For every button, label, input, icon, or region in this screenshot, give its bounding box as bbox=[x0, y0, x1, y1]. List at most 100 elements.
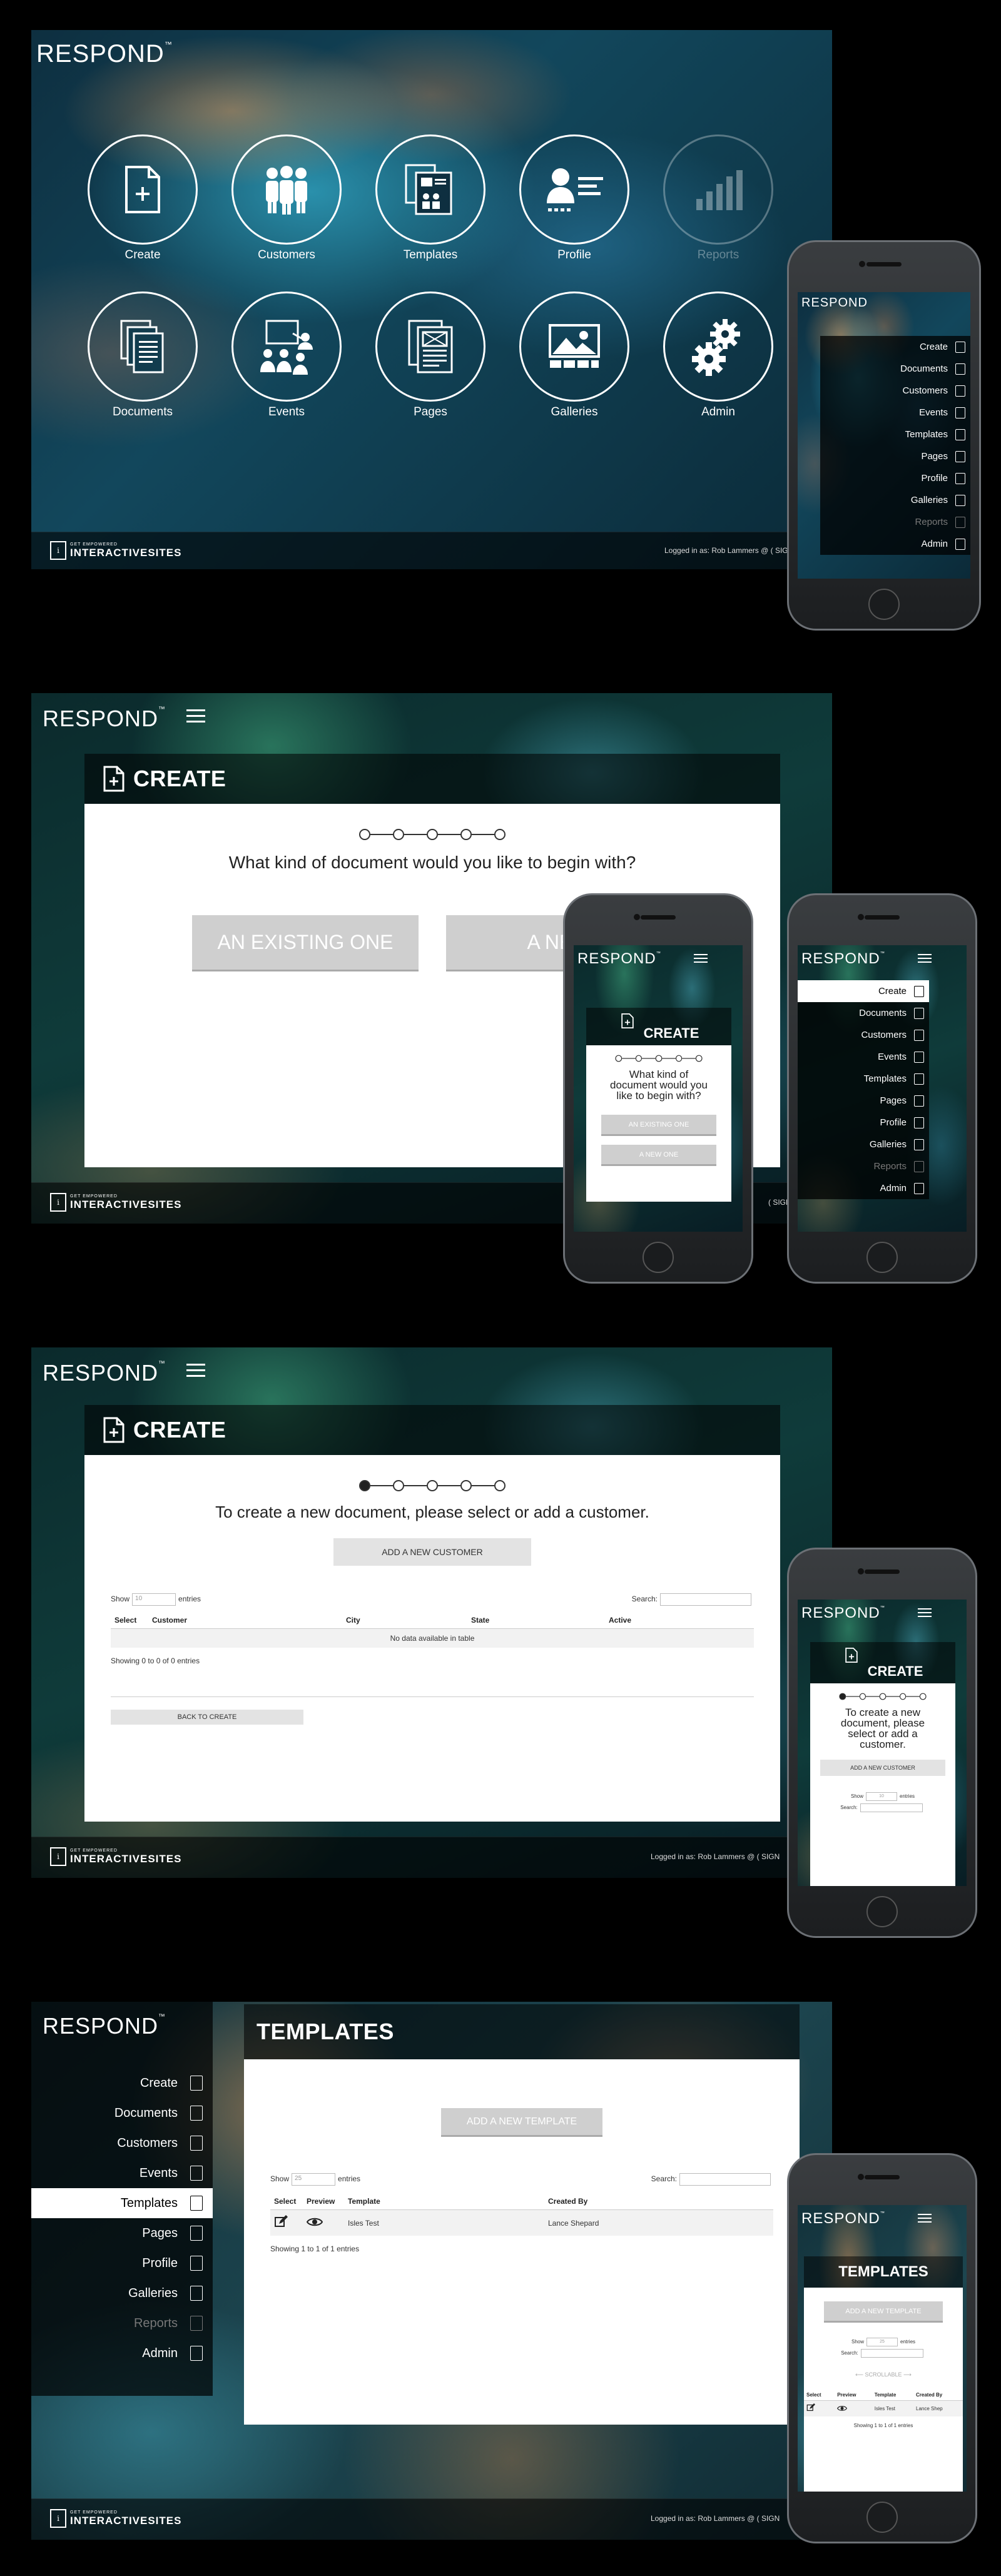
sign-out-link[interactable]: ( SIGN bbox=[757, 2514, 780, 2523]
menu-item-customers[interactable]: Customers bbox=[820, 380, 970, 402]
search-input[interactable] bbox=[660, 1593, 751, 1606]
logo-text: RESPOND bbox=[801, 1605, 880, 1621]
existing-one-button[interactable]: AN EXISTING ONE bbox=[192, 915, 419, 971]
app-logo[interactable]: RESPOND™ bbox=[577, 950, 661, 968]
add-customer-button[interactable]: ADD A NEW CUSTOMER bbox=[333, 1538, 531, 1566]
customers-icon bbox=[231, 134, 342, 245]
app-logo[interactable]: RESPOND™ bbox=[43, 706, 166, 732]
app-logo[interactable]: RESPOND™ bbox=[801, 950, 885, 968]
menu-item-profile[interactable]: Profile bbox=[820, 467, 970, 489]
add-customer-button[interactable]: ADD A NEW CUSTOMER bbox=[820, 1760, 945, 1776]
column-header[interactable]: Active bbox=[605, 1612, 754, 1629]
column-header[interactable]: State bbox=[467, 1612, 605, 1629]
menu-item-documents[interactable]: Documents bbox=[798, 1002, 929, 1024]
app-logo[interactable]: RESPOND™ bbox=[801, 2210, 885, 2228]
page-title: CREATE bbox=[133, 766, 226, 791]
menu-item-documents[interactable]: Documents bbox=[820, 358, 970, 380]
sidebar-item-templates[interactable]: Templates bbox=[31, 2188, 213, 2218]
tile-events[interactable]: Events bbox=[230, 292, 343, 419]
menu-item-create[interactable]: Create bbox=[820, 336, 970, 358]
tile-profile[interactable]: Profile bbox=[518, 134, 631, 262]
hamburger-menu-icon[interactable] bbox=[694, 954, 708, 966]
menu-item-events[interactable]: Events bbox=[798, 1046, 929, 1068]
page-length-select[interactable]: 25 bbox=[866, 2338, 898, 2346]
existing-one-button[interactable]: AN EXISTING ONE bbox=[601, 1115, 716, 1136]
menu-item-galleries[interactable]: Galleries bbox=[798, 1133, 929, 1155]
add-template-button[interactable]: ADD A NEW TEMPLATE bbox=[824, 2301, 943, 2323]
hamburger-menu-icon[interactable] bbox=[186, 709, 205, 726]
menu-item-pages[interactable]: Pages bbox=[820, 445, 970, 467]
column-header[interactable]: Created By bbox=[544, 2193, 773, 2210]
page-length-select[interactable]: 25 bbox=[292, 2173, 336, 2186]
menu-item-profile[interactable]: Profile bbox=[798, 1112, 929, 1133]
hamburger-menu-icon[interactable] bbox=[186, 1364, 205, 1381]
edit-icon[interactable] bbox=[804, 2401, 835, 2417]
sidebar-item-events[interactable]: Events bbox=[31, 2158, 213, 2188]
sign-out-link[interactable]: ( SIGN bbox=[757, 1852, 780, 1861]
step-dot bbox=[460, 1480, 472, 1491]
column-header[interactable]: City bbox=[342, 1612, 467, 1629]
sidebar-item-customers[interactable]: Customers bbox=[31, 2128, 213, 2158]
sidebar-item-reports: Reports bbox=[31, 2308, 213, 2338]
sidebar-item-pages[interactable]: Pages bbox=[31, 2218, 213, 2248]
question-line: like to begin with? bbox=[616, 1090, 701, 1102]
menu-item-admin[interactable]: Admin bbox=[798, 1177, 929, 1199]
tile-customers[interactable]: Customers bbox=[230, 134, 343, 262]
templates-table: Select Preview Template Created By Isles… bbox=[270, 2193, 773, 2236]
menu-item-pages[interactable]: Pages bbox=[798, 1090, 929, 1112]
tile-documents[interactable]: Documents bbox=[86, 292, 199, 419]
app-logo[interactable]: RESPOND bbox=[801, 296, 868, 310]
column-header[interactable]: Select bbox=[270, 2193, 303, 2210]
column-header[interactable]: Preview bbox=[835, 2390, 872, 2401]
column-header[interactable]: Template bbox=[344, 2193, 544, 2210]
app-logo[interactable]: RESPOND™ bbox=[43, 2013, 166, 2039]
column-header[interactable]: Template bbox=[871, 2390, 914, 2401]
app-logo[interactable]: RESPOND™ bbox=[36, 40, 173, 68]
menu-item-create[interactable]: Create bbox=[798, 980, 929, 1002]
back-to-create-button[interactable]: BACK TO CREATE bbox=[111, 1710, 303, 1725]
eye-icon[interactable] bbox=[303, 2210, 344, 2236]
new-one-button[interactable]: A NEW ONE bbox=[601, 1145, 716, 1166]
menu-item-events[interactable]: Events bbox=[820, 402, 970, 423]
add-template-button[interactable]: ADD A NEW TEMPLATE bbox=[441, 2108, 602, 2137]
step-indicator bbox=[839, 1693, 927, 1700]
edit-icon[interactable] bbox=[270, 2210, 303, 2236]
tile-pages[interactable]: Pages bbox=[374, 292, 487, 419]
search-input[interactable] bbox=[679, 2173, 771, 2186]
tile-create[interactable]: Create bbox=[86, 134, 199, 262]
tile-galleries[interactable]: Galleries bbox=[518, 292, 631, 419]
hamburger-menu-icon[interactable] bbox=[918, 2214, 932, 2226]
hamburger-menu-icon[interactable] bbox=[918, 954, 932, 966]
step-dot-active bbox=[359, 1480, 370, 1491]
search-input[interactable] bbox=[860, 2349, 923, 2358]
eye-icon[interactable] bbox=[835, 2401, 872, 2417]
page-length-select[interactable]: 10 bbox=[132, 1593, 176, 1606]
tile-admin[interactable]: Admin bbox=[662, 292, 775, 419]
column-header[interactable]: Preview bbox=[303, 2193, 344, 2210]
app-logo[interactable]: RESPOND™ bbox=[801, 1605, 885, 1622]
page-length-select[interactable]: 10 bbox=[866, 1792, 897, 1801]
sidebar-item-profile[interactable]: Profile bbox=[31, 2248, 213, 2278]
profile-icon bbox=[519, 134, 629, 245]
menu-item-customers[interactable]: Customers bbox=[798, 1024, 929, 1046]
create-screen-2: RESPOND™ CREATE To create a new document… bbox=[31, 1347, 832, 1878]
menu-item-galleries[interactable]: Galleries bbox=[820, 489, 970, 511]
page-title: TEMPLATES bbox=[257, 2019, 394, 2044]
tile-templates[interactable]: Templates bbox=[374, 134, 487, 262]
sidebar-item-galleries[interactable]: Galleries bbox=[31, 2278, 213, 2308]
sidebar-item-create[interactable]: Create bbox=[31, 2068, 213, 2098]
menu-item-templates[interactable]: Templates bbox=[820, 423, 970, 445]
company-mark: i bbox=[50, 1193, 66, 1212]
column-header[interactable]: Select bbox=[804, 2390, 835, 2401]
sidebar-item-admin[interactable]: Admin bbox=[31, 2338, 213, 2368]
prompt-line: To create a new bbox=[845, 1706, 920, 1718]
search-input[interactable] bbox=[860, 1803, 923, 1812]
menu-item-admin[interactable]: Admin bbox=[820, 533, 970, 555]
column-header[interactable]: Created By bbox=[913, 2390, 963, 2401]
app-logo[interactable]: RESPOND™ bbox=[43, 1360, 166, 1386]
column-header[interactable]: Select bbox=[111, 1612, 148, 1629]
hamburger-menu-icon[interactable] bbox=[918, 1608, 932, 1621]
column-header[interactable]: Customer bbox=[148, 1612, 342, 1629]
menu-item-templates[interactable]: Templates bbox=[798, 1068, 929, 1090]
sidebar-item-documents[interactable]: Documents bbox=[31, 2098, 213, 2128]
